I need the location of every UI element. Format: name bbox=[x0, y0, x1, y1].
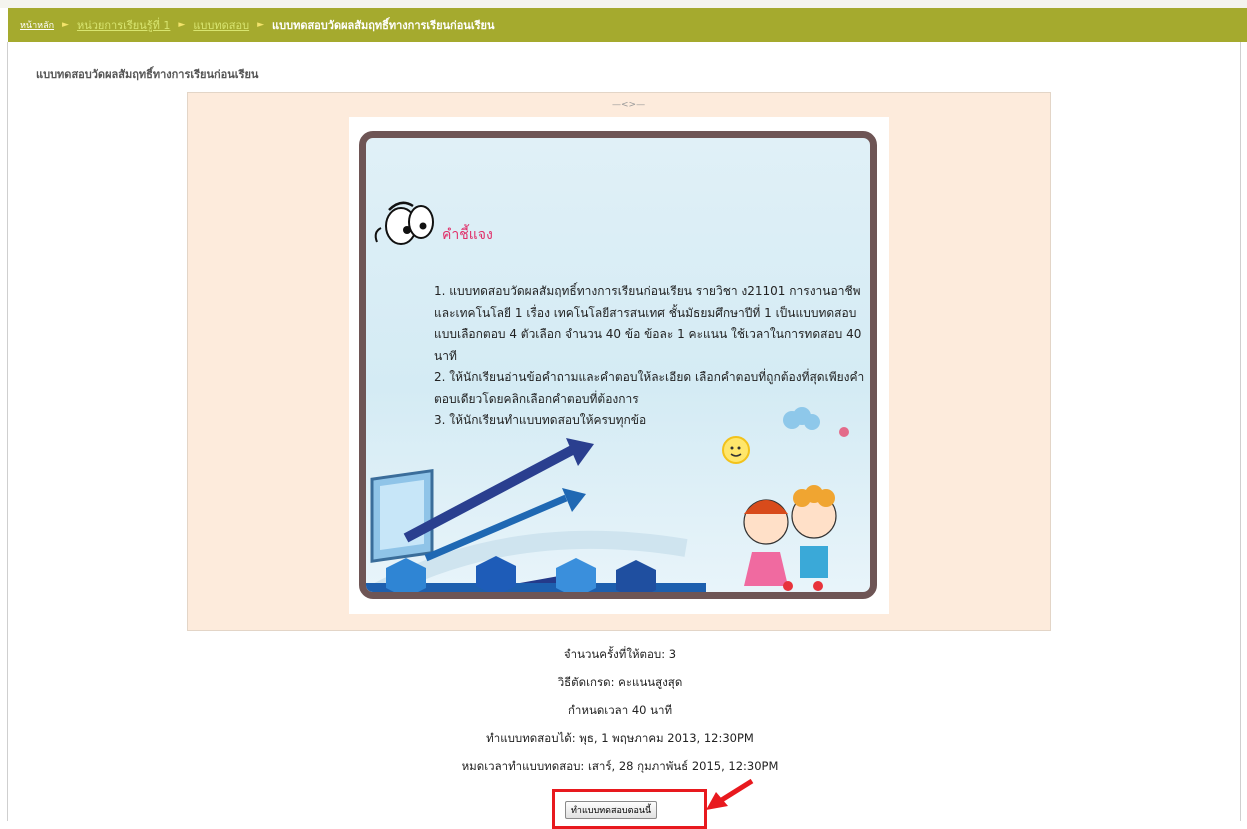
resize-handle-icon: —<>— bbox=[612, 100, 646, 110]
page-title: แบบทดสอบวัดผลสัมฤทธิ์ทางการเรียนก่อนเรีย… bbox=[36, 68, 259, 81]
instruction-image: คำชี้แจง 1. แบบทดสอบวัดผลสัมฤทธิ์ทางการเ… bbox=[349, 117, 889, 614]
children-cartoon-illustration bbox=[722, 407, 849, 591]
technology-arrows-illustration bbox=[366, 438, 706, 592]
breadcrumb-current: แบบทดสอบวัดผลสัมฤทธิ์ทางการเรียนก่อนเรีย… bbox=[272, 19, 495, 32]
breadcrumb: หน้าหลัก ► หน่วยการเรียนรู้ที่ 1 ► แบบทด… bbox=[8, 8, 1247, 42]
breadcrumb-item-unit[interactable]: หน่วยการเรียนรู้ที่ 1 bbox=[77, 16, 170, 34]
breadcrumb-separator: ► bbox=[257, 20, 265, 30]
instruction-item-1: 1. แบบทดสอบวัดผลสัมฤทธิ์ทางการเรียนก่อนเ… bbox=[434, 284, 862, 363]
quiz-open-date: ทำแบบทดสอบได้: พุธ, 1 พฤษภาคม 2013, 12:3… bbox=[486, 731, 754, 745]
breadcrumb-separator: ► bbox=[62, 20, 69, 30]
red-arrow-annotation bbox=[706, 778, 754, 810]
breadcrumb-home-link[interactable]: หน้าหลัก bbox=[20, 18, 54, 32]
instructions-heading: คำชี้แจง bbox=[442, 227, 493, 243]
breadcrumb-separator: ► bbox=[178, 20, 186, 30]
highlight-box bbox=[552, 789, 707, 829]
grading-method: วิธีตัดเกรด: คะแนนสูงสุด bbox=[557, 675, 683, 689]
instruction-card-frame: คำชี้แจง 1. แบบทดสอบวัดผลสัมฤทธิ์ทางการเ… bbox=[359, 131, 877, 599]
attempts-allowed: จำนวนครั้งที่ให้ตอบ: 3 bbox=[563, 647, 677, 661]
googly-eyes-icon bbox=[374, 201, 434, 245]
quiz-close-date: หมดเวลาทำแบบทดสอบ: เสาร์, 28 กุมภาพันธ์ … bbox=[461, 759, 779, 773]
page-border-right bbox=[1240, 42, 1241, 821]
breadcrumb-item-quiz[interactable]: แบบทดสอบ bbox=[193, 16, 249, 34]
top-strip bbox=[0, 0, 1247, 8]
time-limit: กำหนดเวลา 40 นาที bbox=[567, 703, 673, 717]
